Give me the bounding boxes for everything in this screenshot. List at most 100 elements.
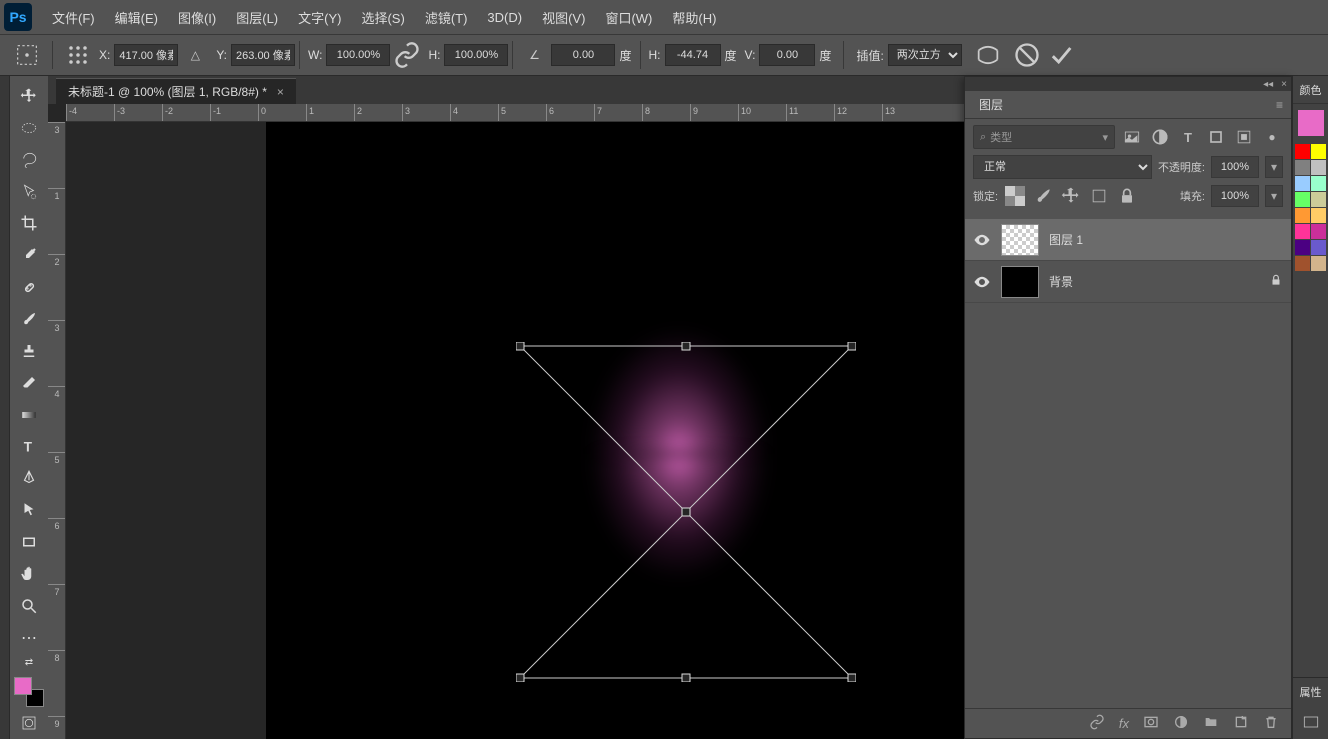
skew-h-input[interactable] — [665, 44, 721, 66]
color-swatch[interactable] — [1311, 256, 1326, 271]
link-wh-icon[interactable] — [393, 41, 421, 69]
properties-tab[interactable]: 属性 — [1293, 677, 1328, 705]
lock-transparent-icon[interactable] — [1004, 185, 1026, 207]
layer-thumbnail[interactable] — [1001, 224, 1039, 256]
fill-dropdown-icon[interactable]: ▾ — [1265, 185, 1283, 207]
stamp-tool[interactable] — [14, 336, 44, 366]
move-tool[interactable] — [14, 81, 44, 111]
reference-point-icon[interactable] — [64, 41, 92, 69]
menu-view[interactable]: 视图(V) — [532, 8, 595, 27]
layer-mask-icon[interactable] — [1143, 714, 1159, 733]
panel-menu-icon[interactable]: ≡ — [1276, 98, 1283, 112]
lock-all-icon[interactable] — [1116, 185, 1138, 207]
skew-v-input[interactable] — [759, 44, 815, 66]
eyedropper-tool[interactable] — [14, 240, 44, 270]
filter-toggle-icon[interactable]: ● — [1261, 126, 1283, 148]
color-tab[interactable]: 颜色 — [1293, 76, 1328, 104]
color-swatch[interactable] — [1311, 176, 1326, 191]
angle-input[interactable] — [551, 44, 615, 66]
pen-tool[interactable] — [14, 463, 44, 493]
opacity-input[interactable] — [1211, 156, 1259, 178]
brush-tool[interactable] — [14, 304, 44, 334]
color-swatch[interactable] — [1311, 208, 1326, 223]
quick-mask-icon[interactable] — [14, 708, 44, 738]
new-layer-icon[interactable] — [1233, 714, 1249, 733]
layer-row[interactable]: 图层 1 — [965, 219, 1291, 261]
gradient-tool[interactable] — [14, 400, 44, 430]
quick-select-tool[interactable] — [14, 177, 44, 207]
filter-pixel-icon[interactable] — [1121, 126, 1143, 148]
delta-icon[interactable]: △ — [181, 41, 209, 69]
h-input[interactable] — [444, 44, 508, 66]
collapse-panel-icon[interactable]: ◂◂ — [1263, 79, 1273, 90]
color-swatch[interactable] — [1295, 176, 1310, 191]
collapsed-dock[interactable] — [0, 76, 10, 739]
zoom-tool[interactable] — [14, 591, 44, 621]
layers-tab[interactable]: 图层 — [965, 91, 1017, 118]
close-tab-icon[interactable]: × — [277, 85, 284, 99]
layer-name[interactable]: 图层 1 — [1049, 231, 1083, 248]
warp-icon[interactable] — [974, 41, 1002, 69]
fill-input[interactable] — [1211, 185, 1259, 207]
color-swatch[interactable] — [1295, 208, 1310, 223]
ruler-vertical[interactable]: 3123456789 — [48, 122, 66, 739]
color-swatch[interactable] — [1295, 144, 1310, 159]
color-swatch[interactable] — [1311, 224, 1326, 239]
shape-tool[interactable] — [14, 527, 44, 557]
color-swatch[interactable] — [1295, 160, 1310, 175]
menu-file[interactable]: 文件(F) — [42, 8, 105, 27]
layer-filter-select[interactable]: ⌕类型 ▾ — [973, 125, 1115, 149]
interp-select[interactable]: 两次立方 — [888, 44, 962, 66]
menu-filter[interactable]: 滤镜(T) — [415, 8, 478, 27]
color-swatch[interactable] — [1311, 160, 1326, 175]
lock-artboard-icon[interactable] — [1088, 185, 1110, 207]
visibility-icon[interactable] — [973, 231, 991, 249]
color-swatch[interactable] — [1295, 256, 1310, 271]
layer-name[interactable]: 背景 — [1049, 273, 1073, 290]
eraser-tool[interactable] — [14, 368, 44, 398]
group-layers-icon[interactable] — [1203, 714, 1219, 733]
blend-mode-select[interactable]: 正常 — [973, 155, 1152, 179]
color-swatch[interactable] — [1311, 240, 1326, 255]
layer-fx-icon[interactable]: fx — [1119, 716, 1129, 731]
visibility-icon[interactable] — [973, 273, 991, 291]
opacity-dropdown-icon[interactable]: ▾ — [1265, 156, 1283, 178]
properties-icon[interactable] — [1300, 711, 1322, 733]
menu-window[interactable]: 窗口(W) — [595, 8, 662, 27]
x-input[interactable] — [114, 44, 178, 66]
adjustment-layer-icon[interactable] — [1173, 714, 1189, 733]
y-input[interactable] — [231, 44, 295, 66]
foreground-background-colors[interactable] — [14, 677, 44, 707]
swap-colors-icon[interactable]: ⇄ — [14, 654, 44, 670]
menu-image[interactable]: 图像(I) — [168, 8, 226, 27]
filter-type-icon[interactable]: T — [1177, 126, 1199, 148]
current-color-swatch[interactable] — [1298, 110, 1324, 136]
commit-transform-icon[interactable] — [1047, 41, 1075, 69]
type-tool[interactable]: T — [14, 431, 44, 461]
link-layers-icon[interactable] — [1089, 714, 1105, 733]
path-select-tool[interactable] — [14, 495, 44, 525]
transform-tool-icon[interactable] — [13, 41, 41, 69]
filter-shape-icon[interactable] — [1205, 126, 1227, 148]
menu-select[interactable]: 选择(S) — [351, 8, 414, 27]
healing-tool[interactable] — [14, 272, 44, 302]
edit-toolbar-icon[interactable]: ⋯ — [14, 623, 44, 653]
color-swatch[interactable] — [1295, 240, 1310, 255]
menu-edit[interactable]: 编辑(E) — [105, 8, 168, 27]
menu-help[interactable]: 帮助(H) — [662, 8, 726, 27]
lock-position-icon[interactable] — [1060, 185, 1082, 207]
w-input[interactable] — [326, 44, 390, 66]
marquee-tool[interactable] — [14, 113, 44, 143]
filter-adjust-icon[interactable] — [1149, 126, 1171, 148]
lock-paint-icon[interactable] — [1032, 185, 1054, 207]
foreground-color[interactable] — [14, 677, 32, 695]
close-panel-icon[interactable]: × — [1281, 79, 1287, 90]
color-swatch[interactable] — [1295, 224, 1310, 239]
doc-tab[interactable]: 未标题-1 @ 100% (图层 1, RGB/8#) * × — [56, 78, 296, 104]
color-swatch[interactable] — [1311, 192, 1326, 207]
menu-layer[interactable]: 图层(L) — [226, 8, 288, 27]
cancel-transform-icon[interactable] — [1013, 41, 1041, 69]
color-swatch[interactable] — [1311, 144, 1326, 159]
layer-row[interactable]: 背景 — [965, 261, 1291, 303]
layer-thumbnail[interactable] — [1001, 266, 1039, 298]
